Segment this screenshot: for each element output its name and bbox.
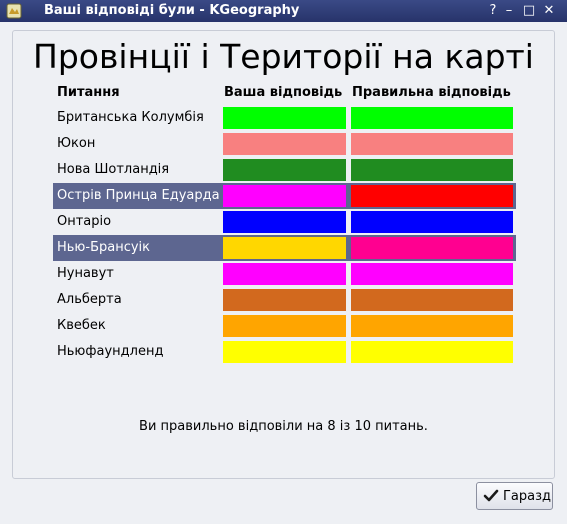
question-label: Ньюфаундленд (57, 344, 164, 359)
your-answer-color (223, 289, 346, 311)
your-answer-color (223, 237, 346, 259)
column-header-correct-answer: Правильна відповідь (352, 85, 511, 100)
correct-answer-color (351, 133, 513, 155)
results-panel: Провінції і Території на карті Питання В… (12, 30, 555, 479)
score-summary: Ви правильно відповіли на 8 із 10 питань… (139, 419, 428, 434)
question-label: Нова Шотландія (57, 162, 170, 177)
page-title: Провінції і Території на карті (33, 37, 534, 76)
question-label: Британська Колумбія (57, 110, 204, 125)
check-icon (483, 489, 499, 502)
question-label: Нунавут (57, 266, 114, 281)
table-row: Квебек (53, 313, 516, 339)
correct-answer-color (351, 289, 513, 311)
window-title: Ваші відповіді були - KGeography (44, 3, 300, 18)
minimize-button[interactable]: – (500, 2, 518, 20)
correct-answer-color (351, 341, 513, 363)
correct-answer-color (351, 315, 513, 337)
question-label: Квебек (57, 318, 106, 333)
correct-answer-color (351, 237, 513, 259)
your-answer-color (223, 159, 346, 181)
your-answer-color (223, 185, 346, 207)
correct-answer-color (351, 185, 513, 207)
table-row: Юкон (53, 131, 516, 157)
kgeography-app-icon[interactable] (6, 3, 22, 19)
table-row: Нунавут (53, 261, 516, 287)
close-button[interactable]: ✕ (540, 2, 558, 20)
ok-button-label: Гаразд (503, 489, 552, 504)
table-row: Ньюфаундленд (53, 339, 516, 365)
your-answer-color (223, 341, 346, 363)
correct-answer-color (351, 159, 513, 181)
table-row: Нью-Брансуік (53, 235, 516, 261)
dialog-content: Провінції і Території на карті Питання В… (0, 22, 567, 524)
ok-button[interactable]: Гаразд (476, 482, 553, 510)
question-label: Юкон (57, 136, 96, 151)
question-label: Онтаріо (57, 214, 112, 229)
your-answer-color (223, 263, 346, 285)
column-header-your-answer: Ваша відповідь (224, 85, 343, 100)
table-row: Онтаріо (53, 209, 516, 235)
your-answer-color (223, 211, 346, 233)
window-titlebar[interactable]: Ваші відповіді були - KGeography ? – □ ✕ (0, 0, 567, 22)
correct-answer-color (351, 107, 513, 129)
table-row: Британська Колумбія (53, 105, 516, 131)
question-label: Альберта (57, 292, 122, 307)
correct-answer-color (351, 263, 513, 285)
table-row: Альберта (53, 287, 516, 313)
question-label: Нью-Брансуік (57, 240, 151, 255)
table-row: Нова Шотландія (53, 157, 516, 183)
question-label: Острів Принца Едуарда (57, 188, 220, 203)
table-row: Острів Принца Едуарда (53, 183, 516, 209)
column-header-question: Питання (57, 85, 120, 100)
your-answer-color (223, 315, 346, 337)
maximize-button[interactable]: □ (520, 2, 538, 20)
correct-answer-color (351, 211, 513, 233)
your-answer-color (223, 133, 346, 155)
your-answer-color (223, 107, 346, 129)
